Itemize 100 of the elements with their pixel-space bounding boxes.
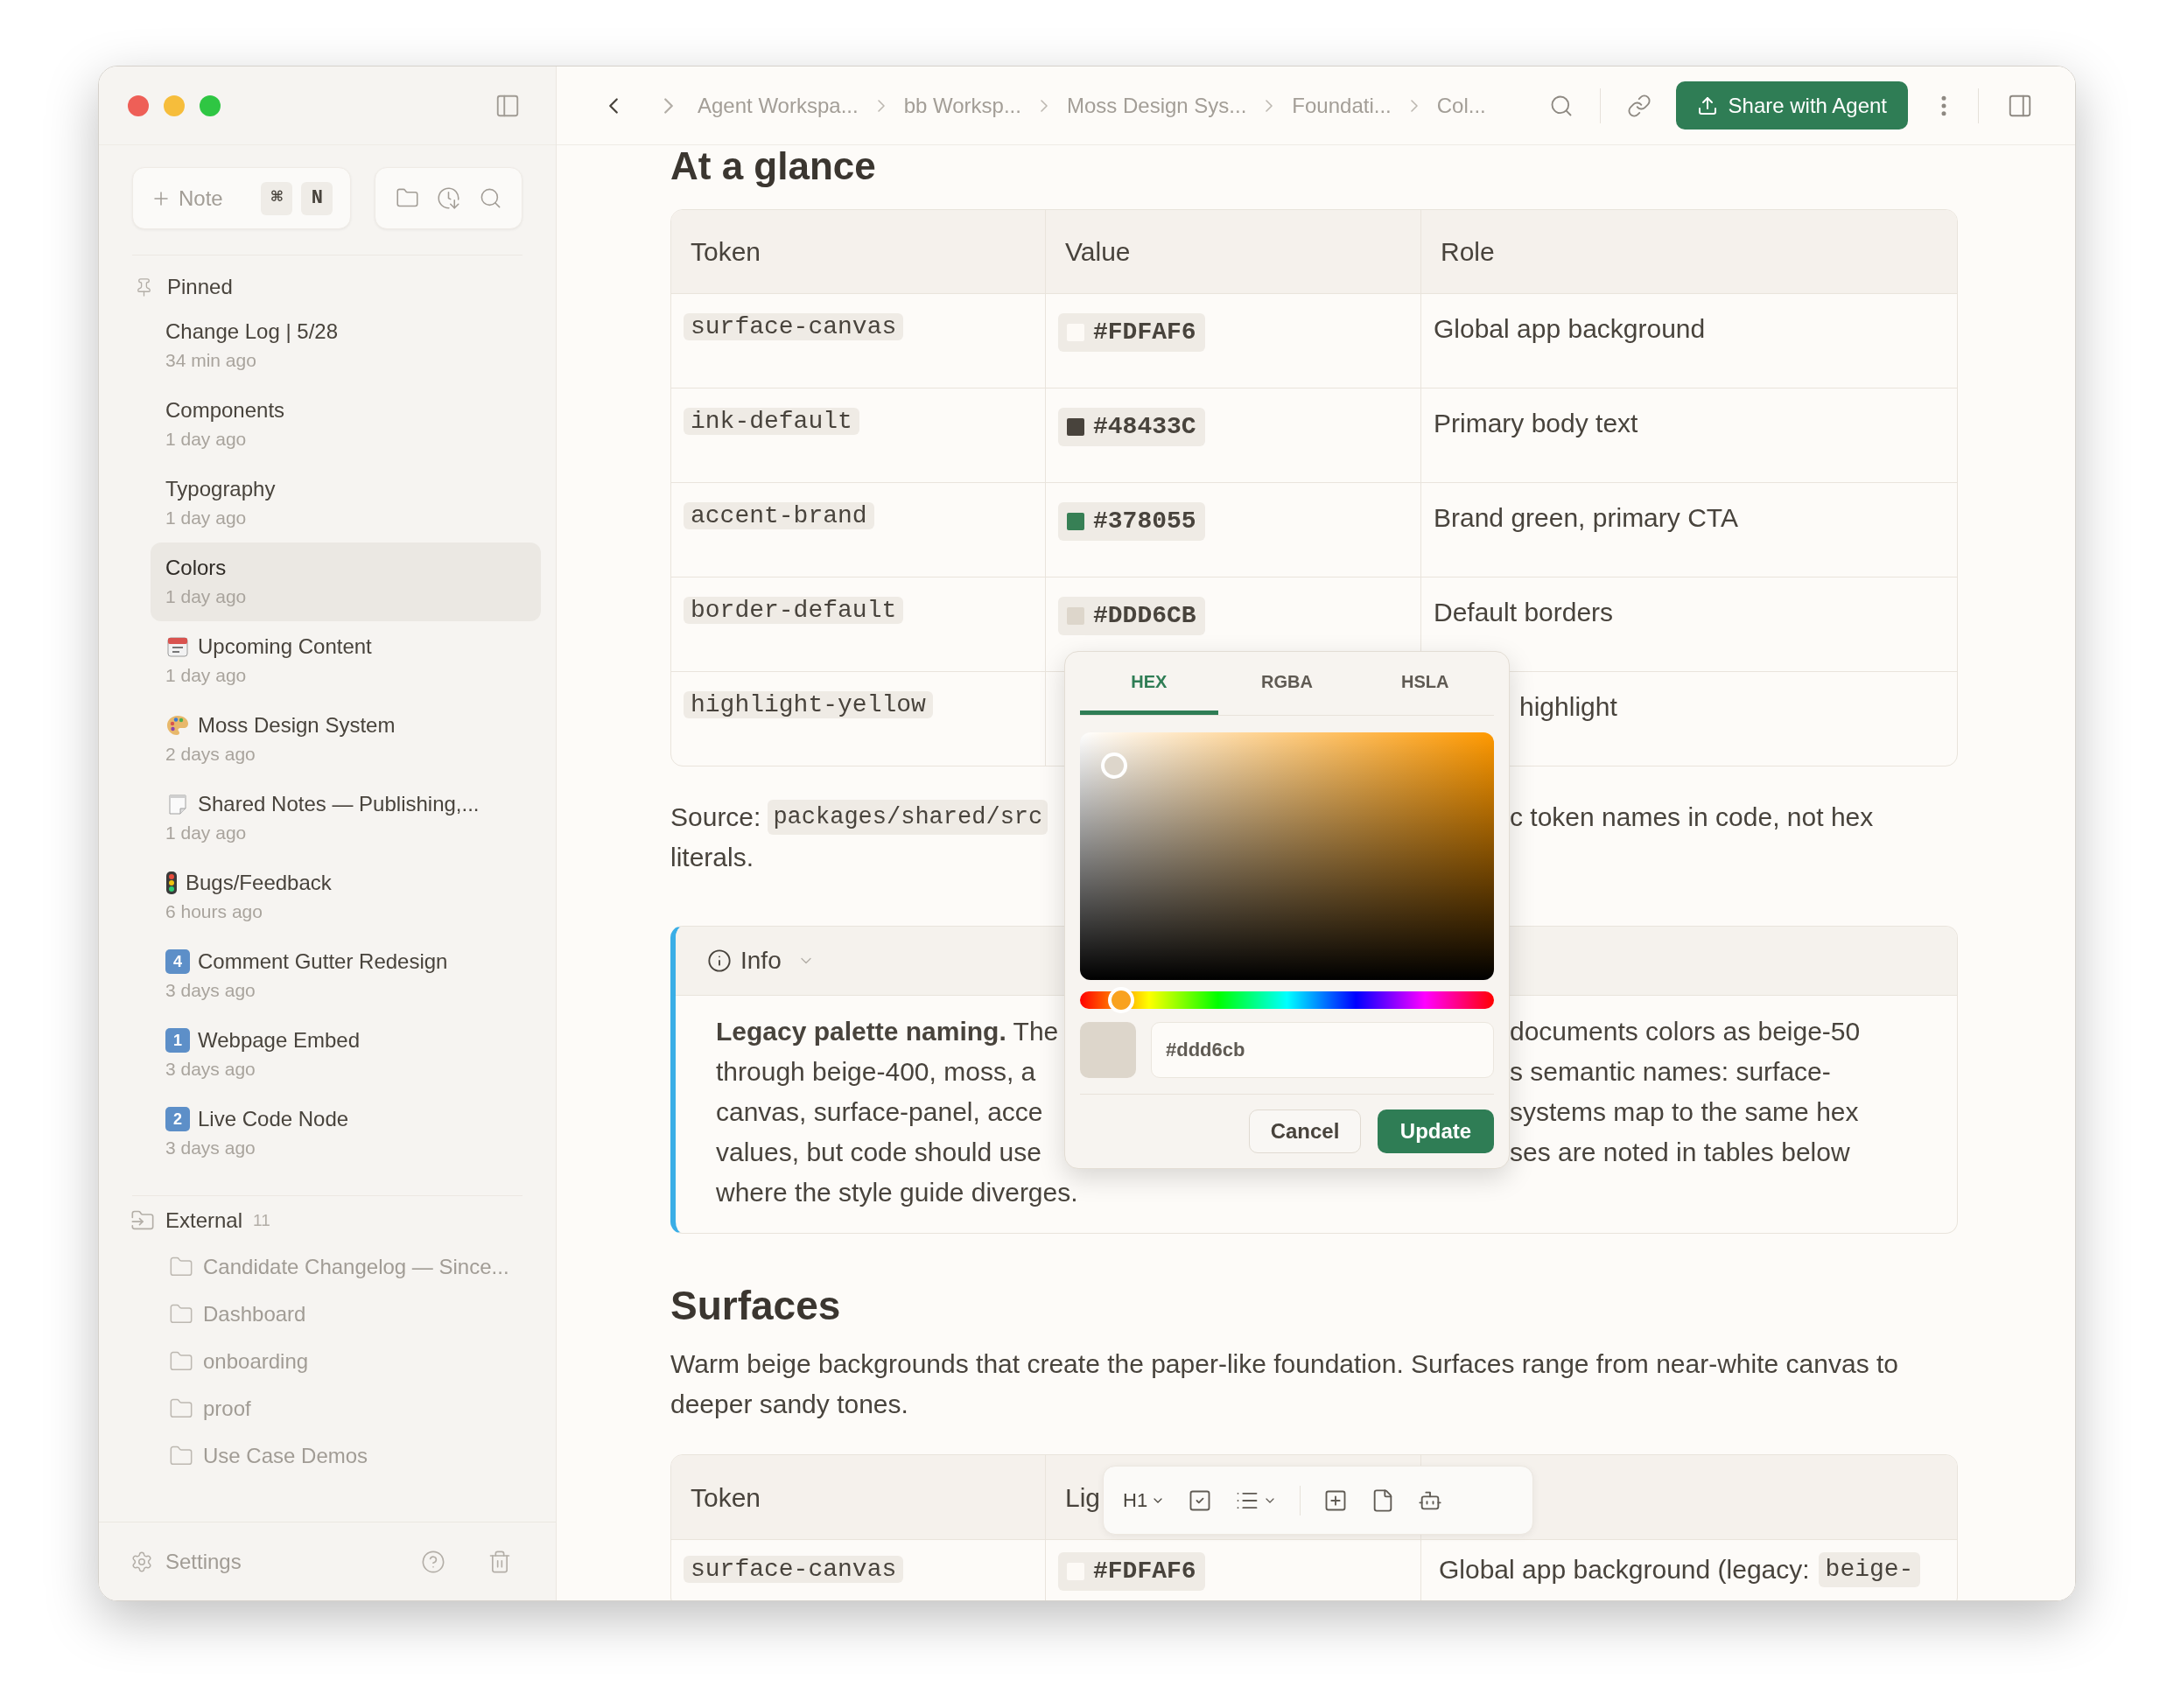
token-name: ink-default bbox=[684, 408, 859, 435]
section-title: Pinned bbox=[167, 274, 233, 300]
note-item[interactable]: 1 Webpage Embed 3 days ago bbox=[151, 1015, 541, 1094]
note-time: 2 days ago bbox=[165, 743, 256, 766]
note-item[interactable]: Upcoming Content 1 day ago bbox=[151, 621, 541, 700]
breadcrumb-separator-icon bbox=[1410, 99, 1418, 112]
token-name: border-default bbox=[684, 597, 904, 624]
shortcut-key: ⌘ bbox=[261, 181, 293, 215]
note-title: Webpage Embed bbox=[198, 1027, 360, 1054]
role-text: Global app background (legacy: bbox=[1439, 1554, 1810, 1586]
section-heading: At a glance bbox=[670, 147, 877, 186]
share-button[interactable]: Share with Agent bbox=[1675, 81, 1908, 130]
callout-text: s semantic names: surface- bbox=[1510, 1056, 1831, 1088]
note-item[interactable]: Colors 1 day ago bbox=[151, 542, 541, 621]
breadcrumb-separator-icon bbox=[1040, 99, 1048, 112]
traffic-light-icon bbox=[165, 871, 178, 895]
zoom-window-button[interactable] bbox=[200, 94, 221, 116]
breadcrumb-separator-icon bbox=[1266, 99, 1273, 112]
trash-icon[interactable] bbox=[487, 1549, 512, 1574]
note-title: Colors bbox=[165, 555, 227, 581]
callout-text: ses are noted in tables below bbox=[1510, 1137, 1850, 1168]
cancel-button[interactable]: Cancel bbox=[1249, 1110, 1361, 1153]
hue-slider[interactable] bbox=[1080, 987, 1494, 1013]
note-title: Change Log | 5/28 bbox=[165, 318, 339, 345]
column-header: Token bbox=[691, 1481, 761, 1514]
column-header: Lig bbox=[1065, 1481, 1101, 1514]
format-tab[interactable]: RGBA bbox=[1217, 652, 1357, 715]
callout-text: systems map to the same hex bbox=[1510, 1096, 1859, 1128]
note-title: Upcoming Content bbox=[198, 634, 372, 660]
inline-code: beige- bbox=[1818, 1552, 1921, 1587]
note-title: Shared Notes — Publishing,... bbox=[198, 791, 480, 817]
link-icon[interactable] bbox=[1626, 93, 1652, 118]
callout-text: where the style guide diverges. bbox=[716, 1178, 1078, 1207]
note-item[interactable]: Components 1 day ago bbox=[151, 385, 541, 464]
note-item[interactable]: Typography 1 day ago bbox=[151, 464, 541, 542]
role-text: Global app background bbox=[1434, 314, 1706, 343]
role-text: highlight bbox=[1519, 692, 1617, 721]
hex-value: #48433C bbox=[1093, 412, 1196, 442]
format-tab[interactable]: HSLA bbox=[1356, 652, 1494, 715]
section-description: Warm beige backgrounds that create the paper-like foundation. Surfaces range from near-white canvas to deeper sandy tones. bbox=[670, 1348, 1899, 1420]
number-keycap: 1 bbox=[165, 1028, 190, 1053]
section-title: External bbox=[165, 1208, 243, 1234]
info-icon bbox=[707, 948, 732, 973]
token-name: highlight-yellow bbox=[684, 691, 933, 718]
source-text: literals. bbox=[670, 842, 755, 873]
color-thumb[interactable] bbox=[1100, 752, 1127, 779]
callout-title: Info bbox=[740, 946, 782, 976]
shortcut-key: N bbox=[301, 181, 333, 215]
callout-text: Legacy palette naming. The bbox=[716, 1017, 1059, 1046]
close-window-button[interactable] bbox=[128, 94, 149, 116]
token-name: surface-canvas bbox=[684, 313, 904, 340]
section-heading: Surfaces bbox=[670, 1283, 842, 1328]
hue-thumb[interactable] bbox=[1108, 987, 1135, 1013]
update-button[interactable]: Update bbox=[1378, 1110, 1494, 1153]
callout-text: documents colors as beige-50 bbox=[1510, 1016, 1861, 1047]
callout-text: through beige-400, moss, a bbox=[716, 1057, 1036, 1086]
note-item[interactable]: Change Log | 5/28 34 min ago bbox=[151, 306, 541, 385]
upload-icon bbox=[1696, 94, 1718, 116]
source-text: c token names in code, not hex bbox=[1510, 802, 1874, 833]
role-text: Brand green, primary CTA bbox=[1434, 503, 1738, 532]
token-name: surface-canvas bbox=[684, 1556, 904, 1583]
note-title: Components bbox=[165, 397, 285, 424]
callout-text: canvas, surface-panel, acce bbox=[716, 1097, 1043, 1126]
note-item[interactable]: Shared Notes — Publishing,... 1 day ago bbox=[151, 779, 541, 858]
note-item[interactable]: Moss Design System 2 days ago bbox=[151, 700, 541, 779]
callout-text: values, but code should use bbox=[716, 1138, 1041, 1166]
note-item[interactable]: Bugs/Feedback 6 hours ago bbox=[151, 858, 541, 936]
palette-icon bbox=[165, 713, 190, 738]
hex-value: #DDD6CB bbox=[1093, 601, 1196, 631]
hex-value: #378055 bbox=[1093, 507, 1196, 536]
history-icon[interactable] bbox=[437, 186, 461, 210]
note-time: 3 days ago bbox=[165, 1137, 256, 1159]
number-keycap: 4 bbox=[165, 949, 190, 974]
source-label: Source: bbox=[670, 802, 761, 833]
note-time: 1 day ago bbox=[165, 664, 248, 687]
note-title: Comment Gutter Redesign bbox=[198, 948, 448, 975]
note-item[interactable]: 2 Live Code Node 3 days ago bbox=[151, 1094, 541, 1172]
note-time: 34 min ago bbox=[165, 349, 257, 372]
note-time: 3 days ago bbox=[165, 1058, 256, 1081]
hex-input-field[interactable]: #ddd6cb bbox=[1151, 1022, 1494, 1078]
calendar-icon bbox=[165, 634, 190, 659]
note-time: 1 day ago bbox=[165, 428, 248, 451]
note-time: 6 hours ago bbox=[165, 900, 263, 923]
column-header: Role bbox=[1440, 236, 1496, 268]
note-item[interactable]: 4 Comment Gutter Redesign 3 days ago bbox=[151, 936, 541, 1015]
source-path: packages/shared/src bbox=[768, 800, 1048, 835]
saturation-brightness-area[interactable] bbox=[1080, 732, 1494, 980]
hex-value: #FDFAF6 bbox=[1093, 1557, 1196, 1586]
role-text: Default borders bbox=[1434, 598, 1614, 626]
note-title: Live Code Node bbox=[198, 1106, 349, 1132]
heading-dropdown[interactable]: H1 bbox=[1123, 1486, 1166, 1515]
note-time: 1 day ago bbox=[165, 585, 248, 608]
help-icon[interactable] bbox=[421, 1549, 445, 1574]
note-title: Typography bbox=[165, 476, 276, 502]
note-time: 1 day ago bbox=[165, 822, 248, 844]
note-title: Bugs/Feedback bbox=[186, 870, 332, 896]
token-name: accent-brand bbox=[684, 502, 874, 529]
section-count: 11 bbox=[253, 1209, 270, 1231]
hex-value: #FDFAF6 bbox=[1093, 318, 1196, 347]
format-tab[interactable]: HEX bbox=[1080, 652, 1218, 715]
